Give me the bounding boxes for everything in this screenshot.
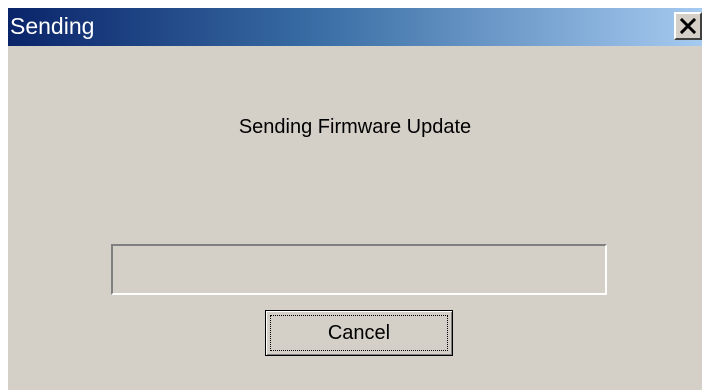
window-title: Sending [10,13,95,39]
close-icon [680,18,696,34]
status-message: Sending Firmware Update [238,116,472,138]
cancel-button[interactable]: Cancel [265,310,453,356]
close-button[interactable] [674,12,702,40]
sending-dialog: Sending Sending Firmware Update Cancel [8,8,702,390]
title-bar[interactable]: Sending [8,8,702,46]
cancel-button-label: Cancel [327,321,391,344]
progress-bar [111,244,607,295]
